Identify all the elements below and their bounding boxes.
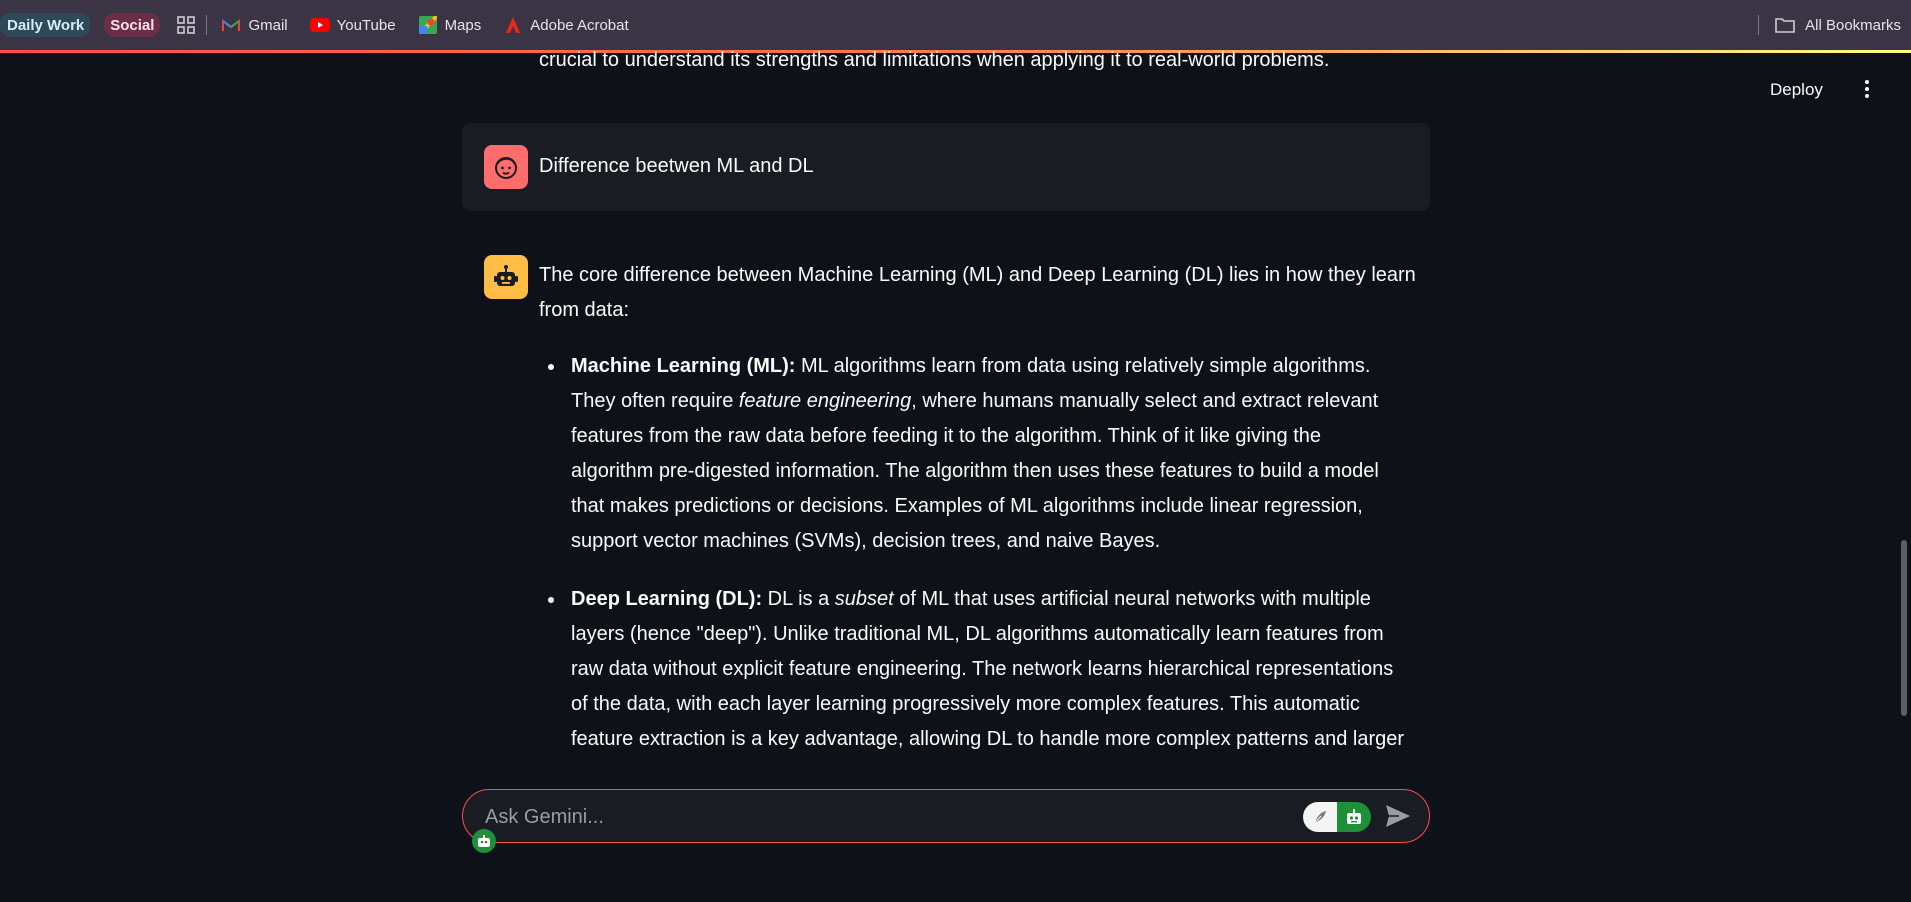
bullet-text: layers (hence "deep"). Unlike traditiona…: [571, 623, 1384, 645]
divider: [1758, 15, 1760, 35]
assistant-intro: The core difference between Machine Lear…: [539, 258, 1439, 328]
user-message-text: Difference beetwen ML and DL: [539, 155, 814, 177]
bullet-title: Deep Learning (DL):: [571, 588, 763, 610]
bullet-text: that makes predictions or decisions. Exa…: [571, 495, 1363, 517]
bookmark-label: Adobe Acrobat: [530, 16, 629, 34]
all-bookmarks[interactable]: All Bookmarks: [1758, 0, 1901, 50]
bullet-text: ML algorithms learn from data using rela…: [795, 355, 1371, 377]
previous-message-text: crucial to understand its strengths and …: [539, 49, 1330, 71]
deploy-button[interactable]: Deploy: [1770, 80, 1823, 100]
bullet-text: feature extraction is a key advantage, a…: [571, 728, 1405, 750]
chat-input-container: [462, 789, 1430, 843]
folder-icon: [1775, 16, 1797, 34]
scrollbar[interactable]: [1901, 540, 1907, 716]
bullet-text: of the data, with each layer learning pr…: [571, 693, 1360, 715]
bookmark-gmail[interactable]: Gmail: [221, 16, 288, 34]
feather-icon[interactable]: [1303, 802, 1337, 832]
robot-icon[interactable]: [1337, 802, 1371, 832]
gmail-icon: [221, 16, 241, 34]
bookmark-label: YouTube: [336, 16, 396, 34]
bullet-text: algorithm pre-digested information. The …: [571, 460, 1379, 482]
bookmark-youtube[interactable]: YouTube: [309, 16, 396, 34]
bullet-text: DL is a: [762, 588, 835, 610]
bullet-line: Deep Learning (DL): DL is a subset of ML…: [571, 582, 1439, 617]
bookmark-adobe-acrobat[interactable]: Adobe Acrobat: [503, 16, 629, 34]
bullet-text: of ML that uses artificial neural networ…: [893, 588, 1371, 610]
emphasis-text: feature engineering: [738, 390, 912, 412]
user-message: Difference beetwen ML and DL: [462, 123, 1430, 211]
maps-icon: [418, 16, 438, 34]
list-item: Deep Learning (DL): DL is a subset of ML…: [539, 582, 1439, 757]
send-icon[interactable]: [1385, 804, 1411, 828]
list-item: Machine Learning (ML): ML algorithms lea…: [539, 349, 1439, 559]
bullet-text: They often require: [571, 390, 739, 412]
bullet-text: features from the raw data before feedin…: [571, 425, 1322, 447]
main-menu-icon[interactable]: [1862, 80, 1872, 102]
apps-grid-icon[interactable]: [176, 15, 196, 35]
assistant-bullet-list: Machine Learning (ML): ML algorithms lea…: [539, 349, 1439, 780]
bookmark-label: Maps: [444, 16, 482, 34]
bookmark-group-daily-work[interactable]: Daily Work: [0, 13, 91, 37]
user-avatar-icon: [484, 145, 528, 189]
bookmarks-bar: Daily Work Social Gmail YouTube Maps Ado…: [0, 0, 1911, 50]
bookmark-label: Gmail: [248, 16, 288, 34]
bookmark-maps[interactable]: Maps: [418, 16, 482, 34]
bullet-title: Machine Learning (ML):: [571, 355, 796, 377]
bullet-text: support vector machines (SVMs), decision…: [571, 530, 1161, 552]
bullet-line: Machine Learning (ML): ML algorithms lea…: [571, 349, 1439, 384]
bullet-text: raw data without explicit feature engine…: [571, 658, 1394, 680]
bookmark-group-social[interactable]: Social: [104, 13, 161, 37]
youtube-icon: [309, 16, 330, 34]
acrobat-icon: [503, 16, 523, 34]
assistant-avatar-icon: [484, 255, 528, 299]
assistant-text-line: The core difference between Machine Lear…: [539, 264, 1416, 286]
extension-pill[interactable]: [1303, 802, 1371, 832]
bullet-text: , where humans manually select and extra…: [911, 390, 1379, 412]
divider: [206, 15, 208, 35]
emphasis-text: subset: [834, 588, 894, 610]
all-bookmarks-label: All Bookmarks: [1805, 16, 1901, 34]
bullet-line: They often require feature engineering, …: [571, 384, 1439, 419]
extension-bot-icon[interactable]: [472, 829, 496, 853]
chat-input[interactable]: [485, 800, 1305, 834]
assistant-text-line: from data:: [539, 299, 630, 321]
